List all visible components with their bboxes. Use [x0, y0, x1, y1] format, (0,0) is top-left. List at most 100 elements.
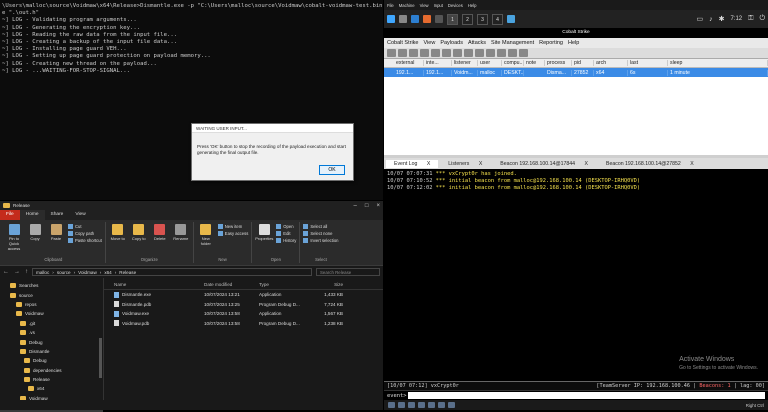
- menu-icon[interactable]: [387, 15, 395, 23]
- folder-icon[interactable]: [411, 15, 419, 23]
- copy-path-button[interactable]: Copy path: [68, 231, 102, 236]
- column-sleep[interactable]: sleep: [668, 60, 768, 66]
- breadcrumb-item[interactable]: source: [57, 270, 71, 275]
- column-size[interactable]: Size: [306, 282, 346, 287]
- downloads-icon[interactable]: [464, 49, 473, 57]
- tab-share[interactable]: Share: [45, 210, 70, 220]
- breadcrumb-item[interactable]: malloc: [36, 270, 49, 275]
- forward-arrow-icon[interactable]: →: [14, 269, 20, 275]
- close-icon[interactable]: X: [686, 160, 697, 168]
- nav-item[interactable]: Debug: [0, 337, 103, 346]
- connect-icon[interactable]: [387, 49, 396, 57]
- select-all-button[interactable]: Select all: [303, 224, 338, 229]
- nav-item[interactable]: repos: [0, 300, 103, 309]
- menu-payloads[interactable]: Payloads: [440, 40, 463, 46]
- payload-icon[interactable]: [497, 49, 506, 57]
- nav-item[interactable]: dependencies: [0, 366, 103, 375]
- file-row[interactable]: Dismantle.exe 10/07/2024 13:21 Applicati…: [104, 290, 383, 300]
- nav-item[interactable]: Debug: [0, 356, 103, 365]
- copy-button[interactable]: Copy: [26, 222, 44, 257]
- graph-icon[interactable]: [420, 49, 429, 57]
- vm-menu-devices[interactable]: Devices: [448, 3, 463, 8]
- screenshots-icon[interactable]: [486, 49, 495, 57]
- minimize-icon[interactable]: –: [354, 203, 357, 209]
- column-listener[interactable]: listener: [452, 60, 478, 66]
- maximize-icon[interactable]: □: [365, 203, 369, 209]
- ok-button[interactable]: OK: [319, 165, 345, 175]
- breadcrumb-item[interactable]: Release: [119, 270, 136, 275]
- copy-to-button[interactable]: Copy to: [130, 222, 148, 257]
- table-icon[interactable]: [431, 49, 440, 57]
- column-type[interactable]: Type: [259, 282, 306, 287]
- delete-button[interactable]: Delete: [151, 222, 169, 257]
- close-icon[interactable]: X: [475, 160, 486, 168]
- close-icon[interactable]: X: [423, 160, 434, 168]
- new-item-button[interactable]: New item: [217, 224, 249, 229]
- terminal-icon[interactable]: [435, 15, 443, 23]
- menu-cobalt-strike[interactable]: Cobalt Strike: [387, 40, 419, 46]
- monitor-icon[interactable]: ▭: [696, 15, 703, 23]
- vm-menu-help[interactable]: Help: [468, 3, 477, 8]
- breadcrumb-item[interactable]: Voidmaw: [78, 270, 97, 275]
- menu-help[interactable]: Help: [568, 40, 579, 46]
- vm-menu-view[interactable]: View: [420, 3, 429, 8]
- move-to-button[interactable]: Move to: [109, 222, 127, 257]
- scrollbar[interactable]: [99, 338, 102, 378]
- column-pid[interactable]: pid: [572, 60, 594, 66]
- bell-icon[interactable]: ♪: [709, 16, 713, 23]
- column-date[interactable]: Date modified: [204, 282, 259, 287]
- column-process[interactable]: process: [545, 60, 572, 66]
- tab-beacon-17844[interactable]: Beacon 192.168.100.14@17844 X: [492, 160, 596, 168]
- column-user[interactable]: user: [478, 60, 502, 66]
- column-last[interactable]: last: [628, 60, 668, 66]
- workspace-1[interactable]: 1: [447, 13, 458, 25]
- tab-beacon-27852[interactable]: Beacon 192.168.100.14@27852 X: [598, 160, 702, 168]
- paste-shortcut-button[interactable]: Paste shortcut: [68, 238, 102, 243]
- browser-icon[interactable]: [423, 15, 431, 23]
- invert-selection-button[interactable]: Invert selection: [303, 238, 339, 243]
- menu-attacks[interactable]: Attacks: [468, 40, 486, 46]
- history-button[interactable]: History: [276, 238, 296, 243]
- disconnect-icon[interactable]: [398, 49, 407, 57]
- breadcrumb-item[interactable]: x64: [104, 270, 111, 275]
- nav-item[interactable]: Dismantle: [0, 347, 103, 356]
- close-icon[interactable]: ×: [376, 203, 380, 209]
- lock-icon[interactable]: ⚿: [748, 15, 753, 23]
- keystrokes-icon[interactable]: [475, 49, 484, 57]
- nav-item[interactable]: source: [0, 290, 103, 299]
- tab-home[interactable]: Home: [19, 210, 45, 220]
- nav-item[interactable]: Release: [0, 375, 103, 384]
- credentials-icon[interactable]: [453, 49, 462, 57]
- open-button[interactable]: Open: [276, 224, 296, 229]
- power-icon[interactable]: ⏻: [759, 15, 765, 23]
- tab-event-log[interactable]: Event Log X: [386, 159, 439, 168]
- workspace-3[interactable]: 3: [477, 13, 488, 25]
- file-row[interactable]: Dismantle.pdb 10/07/2024 13:25 Program D…: [104, 300, 383, 310]
- properties-button[interactable]: Properties: [255, 222, 273, 257]
- web-icon[interactable]: [508, 49, 517, 57]
- vm-menu-input[interactable]: Input: [434, 3, 443, 8]
- column-arch[interactable]: arch: [594, 60, 628, 66]
- script-icon[interactable]: [519, 49, 528, 57]
- app-icon[interactable]: [507, 15, 515, 23]
- workspace-2[interactable]: 2: [462, 13, 473, 25]
- vm-menu-machine[interactable]: Machine: [399, 3, 415, 8]
- nav-item[interactable]: Voidmaw: [0, 309, 103, 318]
- nav-item[interactable]: x64: [0, 384, 103, 393]
- targets-icon[interactable]: [442, 49, 451, 57]
- tab-listeners[interactable]: Listeners X: [440, 160, 490, 168]
- tab-file[interactable]: File: [0, 210, 20, 220]
- menu-reporting[interactable]: Reporting: [539, 40, 563, 46]
- close-icon[interactable]: X: [581, 160, 592, 168]
- search-input[interactable]: Search Release: [316, 268, 380, 276]
- easy-access-button[interactable]: Easy access: [217, 231, 248, 236]
- column-computer[interactable]: compu...: [502, 60, 524, 66]
- address-bar[interactable]: malloc › source › Voidmaw › x64 › Release: [32, 268, 312, 276]
- files-icon[interactable]: [399, 15, 407, 23]
- listeners-icon[interactable]: [409, 49, 418, 57]
- file-row[interactable]: Voidmaw.pdb 10/07/2024 13:58 Program Deb…: [104, 319, 383, 329]
- column-external[interactable]: external: [394, 60, 424, 66]
- settings-icon[interactable]: ✱: [719, 15, 725, 23]
- menu-site-management[interactable]: Site Management: [491, 40, 534, 46]
- event-input[interactable]: [408, 392, 765, 399]
